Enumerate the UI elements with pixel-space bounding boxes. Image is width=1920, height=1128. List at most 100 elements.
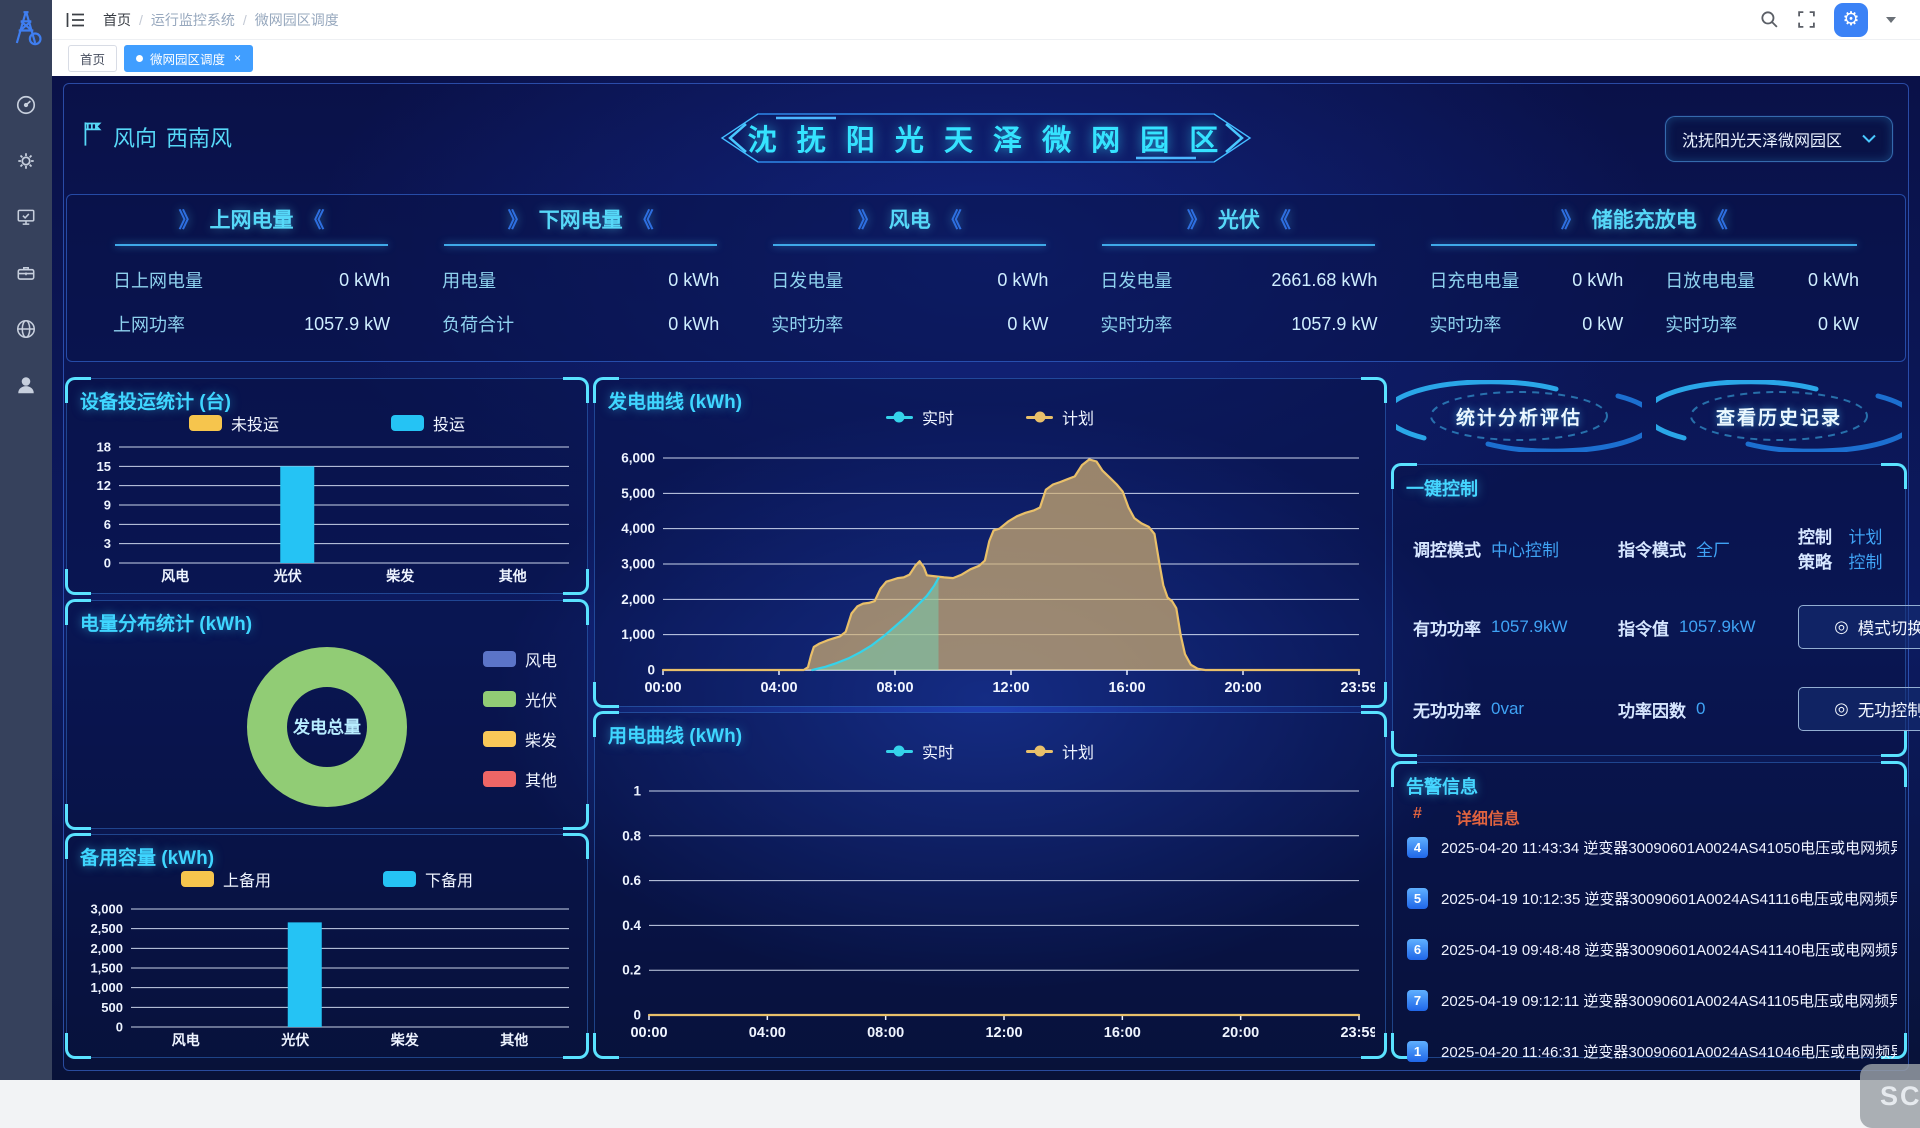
svg-text:柴发: 柴发 xyxy=(385,568,415,584)
device-stats-legend: 未投运 投运 xyxy=(67,411,587,435)
legend-line-marker xyxy=(1026,416,1053,419)
svg-text:0.2: 0.2 xyxy=(622,963,641,978)
sidebar-item-dashboard[interactable] xyxy=(0,79,52,135)
stat-group-underline xyxy=(773,244,1046,246)
history-button[interactable]: 查看历史记录 xyxy=(1656,380,1902,452)
sidebar-item-user[interactable] xyxy=(0,359,52,415)
svg-text:4,000: 4,000 xyxy=(621,521,655,536)
stat-group: 》上网电量《日上网电量0 kWh上网功率1057.9 kW xyxy=(87,205,416,355)
svg-text:20:00: 20:00 xyxy=(1224,680,1261,696)
sidebar-item-global[interactable] xyxy=(0,303,52,359)
gauge-icon xyxy=(15,94,37,121)
corner-bracket xyxy=(1361,711,1387,737)
alarm-detail-text: 2025-04-20 11:46:31 逆变器30090601A0024AS41… xyxy=(1441,1041,1897,1062)
history-button-label: 查看历史记录 xyxy=(1656,380,1902,452)
park-select-dropdown[interactable]: 沈抚阳光天泽微网园区 xyxy=(1665,116,1893,162)
tab-首页[interactable]: 首页 xyxy=(68,45,117,72)
wind-label: 风向 xyxy=(113,121,157,153)
reactive-control-button[interactable]: ◎无功控制 xyxy=(1798,687,1920,731)
tab-微网园区调度[interactable]: 微网园区调度 × xyxy=(124,45,253,72)
control-label: 功率因数 xyxy=(1618,697,1686,722)
app-logo-tower-icon xyxy=(9,8,43,53)
legend-label: 实时 xyxy=(922,405,954,429)
svg-text:00:00: 00:00 xyxy=(630,1025,667,1041)
reserve-chart: 05001,0001,5002,0002,5003,000风电光伏柴发其他 xyxy=(73,901,581,1051)
alarm-row: 42025-04-20 11:43:34 逆变器30090601A0024AS4… xyxy=(1407,835,1897,859)
stat-group-title-text: 上网电量 xyxy=(210,209,294,232)
legend-item[interactable]: 实时 xyxy=(886,405,954,429)
control-pair: 功率因数0 xyxy=(1618,697,1798,722)
legend-item[interactable]: 其他 xyxy=(483,767,557,791)
svg-text:0.8: 0.8 xyxy=(622,828,641,843)
legend-item[interactable]: 实时 xyxy=(886,739,954,763)
tab-label: 微网园区调度 xyxy=(150,49,225,68)
mode-switch-button[interactable]: ◎模式切换 xyxy=(1798,605,1920,649)
stat-group: 》光伏《日发电量2661.68 kWh实时功率1057.9 kW xyxy=(1074,205,1403,355)
legend-label: 上备用 xyxy=(223,867,271,891)
caret-down-icon[interactable] xyxy=(1886,17,1896,23)
svg-text:0.6: 0.6 xyxy=(622,873,641,888)
reserve-legend: 上备用 下备用 xyxy=(67,867,587,891)
stat-grid: 日充电电量0 kWh日放电电量0 kWh实时功率0 kW实时功率0 kW xyxy=(1429,258,1859,346)
sidebar-item-settings[interactable] xyxy=(0,135,52,191)
control-pair: 指令模式全厂 xyxy=(1618,536,1798,561)
stat-item: 负荷合计0 kWh xyxy=(442,302,719,346)
alarm-index-badge: 7 xyxy=(1407,990,1428,1011)
stat-item: 日放电电量0 kWh xyxy=(1665,258,1859,302)
stat-item: 日发电量2661.68 kWh xyxy=(1100,258,1377,302)
control-pair: 指令值1057.9kW xyxy=(1618,615,1798,640)
sidebar-item-toolbox[interactable] xyxy=(0,247,52,303)
gear-icon: ◎ xyxy=(1834,617,1848,637)
svg-text:5,000: 5,000 xyxy=(621,486,655,501)
alarm-panel: 告警信息 # 详细信息 42025-04-20 11:43:34 逆变器3009… xyxy=(1392,762,1906,1058)
legend-item[interactable]: 下备用 xyxy=(383,867,473,891)
svg-text:其他: 其他 xyxy=(499,568,527,584)
svg-text:0.4: 0.4 xyxy=(622,918,641,933)
breadcrumb-item[interactable]: 微网园区调度 xyxy=(255,10,339,30)
breadcrumb-item[interactable]: 运行监控系统 xyxy=(151,10,235,30)
user-avatar[interactable]: ⚙ xyxy=(1834,3,1868,37)
legend-item[interactable]: 光伏 xyxy=(483,687,557,711)
control-button-label: 无功控制 xyxy=(1858,697,1920,721)
stat-label: 日上网电量 xyxy=(113,267,203,293)
park-title: 沈 抚 阳 光 天 泽 微 网 园 区 xyxy=(716,108,1256,168)
legend-item[interactable]: 未投运 xyxy=(189,411,279,435)
svg-text:2,000: 2,000 xyxy=(621,592,655,607)
sidebar-item-monitor[interactable] xyxy=(0,191,52,247)
menu-fold-icon[interactable] xyxy=(66,12,85,28)
legend-item[interactable]: 计划 xyxy=(1026,405,1094,429)
legend-item[interactable]: 计划 xyxy=(1026,739,1094,763)
tab-close-icon[interactable]: × xyxy=(234,51,241,65)
control-label: 有功功率 xyxy=(1413,615,1481,640)
generation-curve-panel: 发电曲线 (kWh) 实时计划 01,0002,0003,0004,0005,0… xyxy=(594,378,1386,707)
alarm-panel-title: 告警信息 xyxy=(1406,773,1478,799)
fullscreen-icon[interactable] xyxy=(1797,10,1816,29)
legend-item[interactable]: 风电 xyxy=(483,647,557,671)
active-tab-dot xyxy=(136,55,143,62)
alarm-index-badge: 1 xyxy=(1407,1041,1428,1062)
svg-text:0: 0 xyxy=(647,663,655,678)
stat-group-title-text: 光伏 xyxy=(1218,209,1260,232)
legend-item[interactable]: 投运 xyxy=(391,411,465,435)
corner-bracket xyxy=(1881,761,1907,787)
breadcrumb-item[interactable]: 首页 xyxy=(103,10,131,30)
corner-bracket xyxy=(1391,731,1417,757)
svg-text:风电: 风电 xyxy=(172,1032,200,1048)
control-value: 1057.9kW xyxy=(1491,617,1568,637)
stat-group: 》储能充放电《日充电电量0 kWh日放电电量0 kWh实时功率0 kW实时功率0… xyxy=(1403,205,1885,355)
analysis-button[interactable]: 统计分析评估 xyxy=(1396,380,1642,452)
arrows-left-icon: 《 xyxy=(304,209,325,232)
legend-label: 其他 xyxy=(525,767,557,791)
control-label: 控制策略 xyxy=(1798,523,1839,573)
arrows-left-icon: 《 xyxy=(633,209,654,232)
search-icon[interactable] xyxy=(1760,10,1779,29)
one-key-control-panel: 一键控制 调控模式中心控制指令模式全厂控制策略计划控制有功功率1057.9kW指… xyxy=(1392,464,1906,756)
legend-item[interactable]: 上备用 xyxy=(181,867,271,891)
legend-line-marker xyxy=(886,750,913,753)
panel-title: 备用容量 (kWh) xyxy=(80,843,214,870)
corner-bracket xyxy=(563,804,589,830)
legend-item[interactable]: 柴发 xyxy=(483,727,557,751)
svg-text:15: 15 xyxy=(97,459,111,474)
svg-text:20:00: 20:00 xyxy=(1222,1025,1259,1041)
legend-dot xyxy=(1034,746,1045,757)
